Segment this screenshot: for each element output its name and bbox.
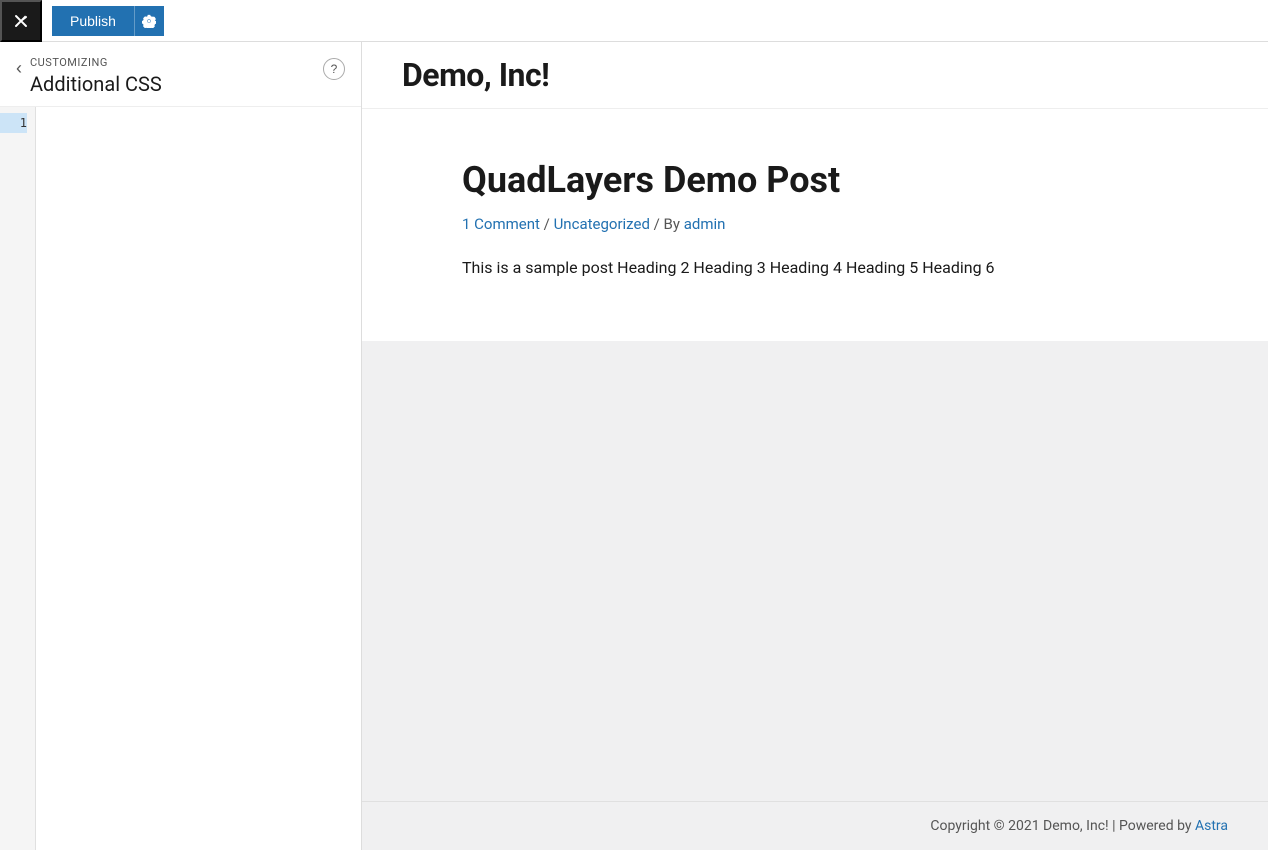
footer-brand-link[interactable]: Astra <box>1195 818 1228 834</box>
preview-site-header: Demo, Inc! <box>362 42 1268 109</box>
back-button[interactable]: ‹ <box>16 56 30 79</box>
gear-icon <box>142 14 156 28</box>
section-title: Additional CSS <box>30 72 162 96</box>
post-card: QuadLayers Demo Post 1 Comment / Uncateg… <box>362 109 1268 341</box>
line-numbers: 1 <box>0 107 36 850</box>
meta-sep1: / <box>540 215 554 233</box>
footer-text: Copyright © 2021 Demo, Inc! | Powered by <box>930 818 1195 834</box>
post-excerpt: This is a sample post Heading 2 Heading … <box>462 255 1168 281</box>
publish-area: Publish <box>52 6 164 36</box>
publish-settings-button[interactable] <box>134 6 164 36</box>
preview-content: QuadLayers Demo Post 1 Comment / Uncateg… <box>362 109 1268 850</box>
sidebar: ‹ Customizing Additional CSS ? 1 <box>0 42 362 850</box>
sidebar-header-text: Customizing Additional CSS <box>30 56 162 96</box>
help-button[interactable]: ? <box>323 58 345 80</box>
main-layout: ‹ Customizing Additional CSS ? 1 Demo, I… <box>0 42 1268 850</box>
preview-site-footer: Copyright © 2021 Demo, Inc! | Powered by… <box>362 801 1268 850</box>
line-number-1: 1 <box>0 113 27 133</box>
preview-footer-area <box>362 341 1268 801</box>
css-textarea[interactable] <box>42 113 355 844</box>
comment-link[interactable]: 1 Comment <box>462 215 540 233</box>
site-title: Demo, Inc! <box>402 56 1228 94</box>
close-icon <box>13 13 29 29</box>
meta-sep2: / By <box>650 215 684 233</box>
top-bar: Publish <box>0 0 1268 42</box>
customizing-label: Customizing <box>30 56 162 69</box>
css-textarea-area[interactable] <box>36 107 361 850</box>
css-editor: 1 <box>0 107 361 850</box>
sidebar-header-left: ‹ Customizing Additional CSS <box>16 56 162 96</box>
category-link[interactable]: Uncategorized <box>554 215 650 233</box>
close-button[interactable] <box>0 0 42 42</box>
post-title: QuadLayers Demo Post <box>462 159 1168 201</box>
preview-area: Demo, Inc! QuadLayers Demo Post 1 Commen… <box>362 42 1268 850</box>
author-link[interactable]: admin <box>684 215 726 233</box>
publish-button[interactable]: Publish <box>52 6 134 36</box>
sidebar-header: ‹ Customizing Additional CSS ? <box>0 42 361 107</box>
post-meta: 1 Comment / Uncategorized / By admin <box>462 215 1168 233</box>
